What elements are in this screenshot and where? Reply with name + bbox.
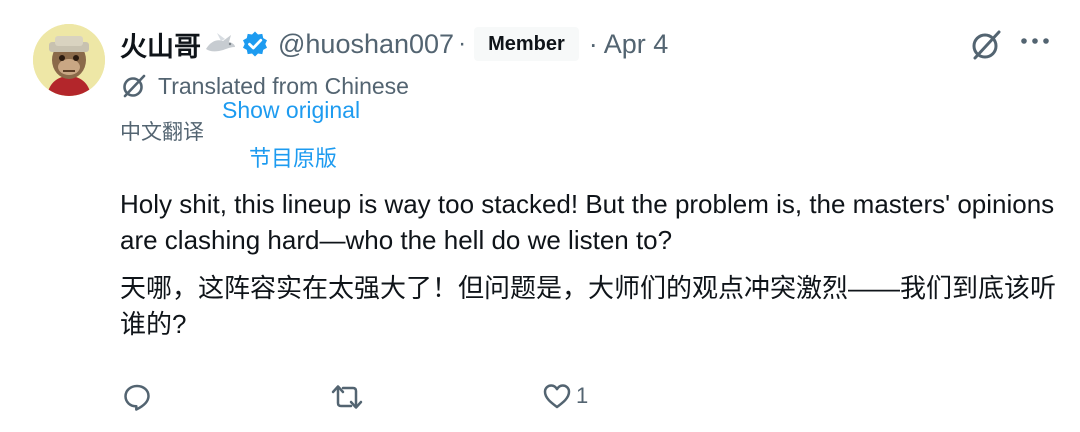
- member-badge: Member: [474, 27, 579, 61]
- translation-language-label: 中文翻译: [120, 121, 204, 144]
- reply-icon: [122, 382, 152, 412]
- reply-button[interactable]: [122, 382, 156, 412]
- tweet-text-translated: Holy shit, this lineup is way too stacke…: [120, 189, 1055, 255]
- like-count: 1: [576, 383, 589, 408]
- display-name[interactable]: 火山哥: [120, 25, 201, 64]
- tweet-text-original: 天哪，这阵容实在太强大了！但问题是，大师们的观点冲突激烈——我们到底该听谁的?: [120, 273, 1057, 339]
- grok-icon[interactable]: [968, 27, 1004, 63]
- original-version-label[interactable]: 节目原版: [249, 141, 337, 173]
- tweet-header: 火山哥 @huoshan007 · Member · Apr 4: [120, 24, 668, 64]
- heart-icon: [542, 382, 572, 410]
- verified-badge-icon: [241, 30, 269, 58]
- show-original-link[interactable]: Show original: [222, 97, 360, 124]
- tweet-date[interactable]: · Apr 4: [589, 29, 669, 60]
- translate-icon: [120, 72, 148, 100]
- like-button[interactable]: 1: [542, 382, 588, 410]
- avatar[interactable]: [33, 24, 105, 96]
- repost-icon: [330, 382, 364, 412]
- translation-notice-text: Translated from Chinese: [158, 72, 409, 99]
- repost-button[interactable]: [330, 382, 368, 412]
- separator: ·: [458, 30, 467, 57]
- dove-icon: [203, 31, 237, 57]
- more-options-icon[interactable]: [1020, 34, 1050, 48]
- ape-avatar-icon: [33, 24, 105, 96]
- handle[interactable]: @huoshan007: [278, 29, 454, 60]
